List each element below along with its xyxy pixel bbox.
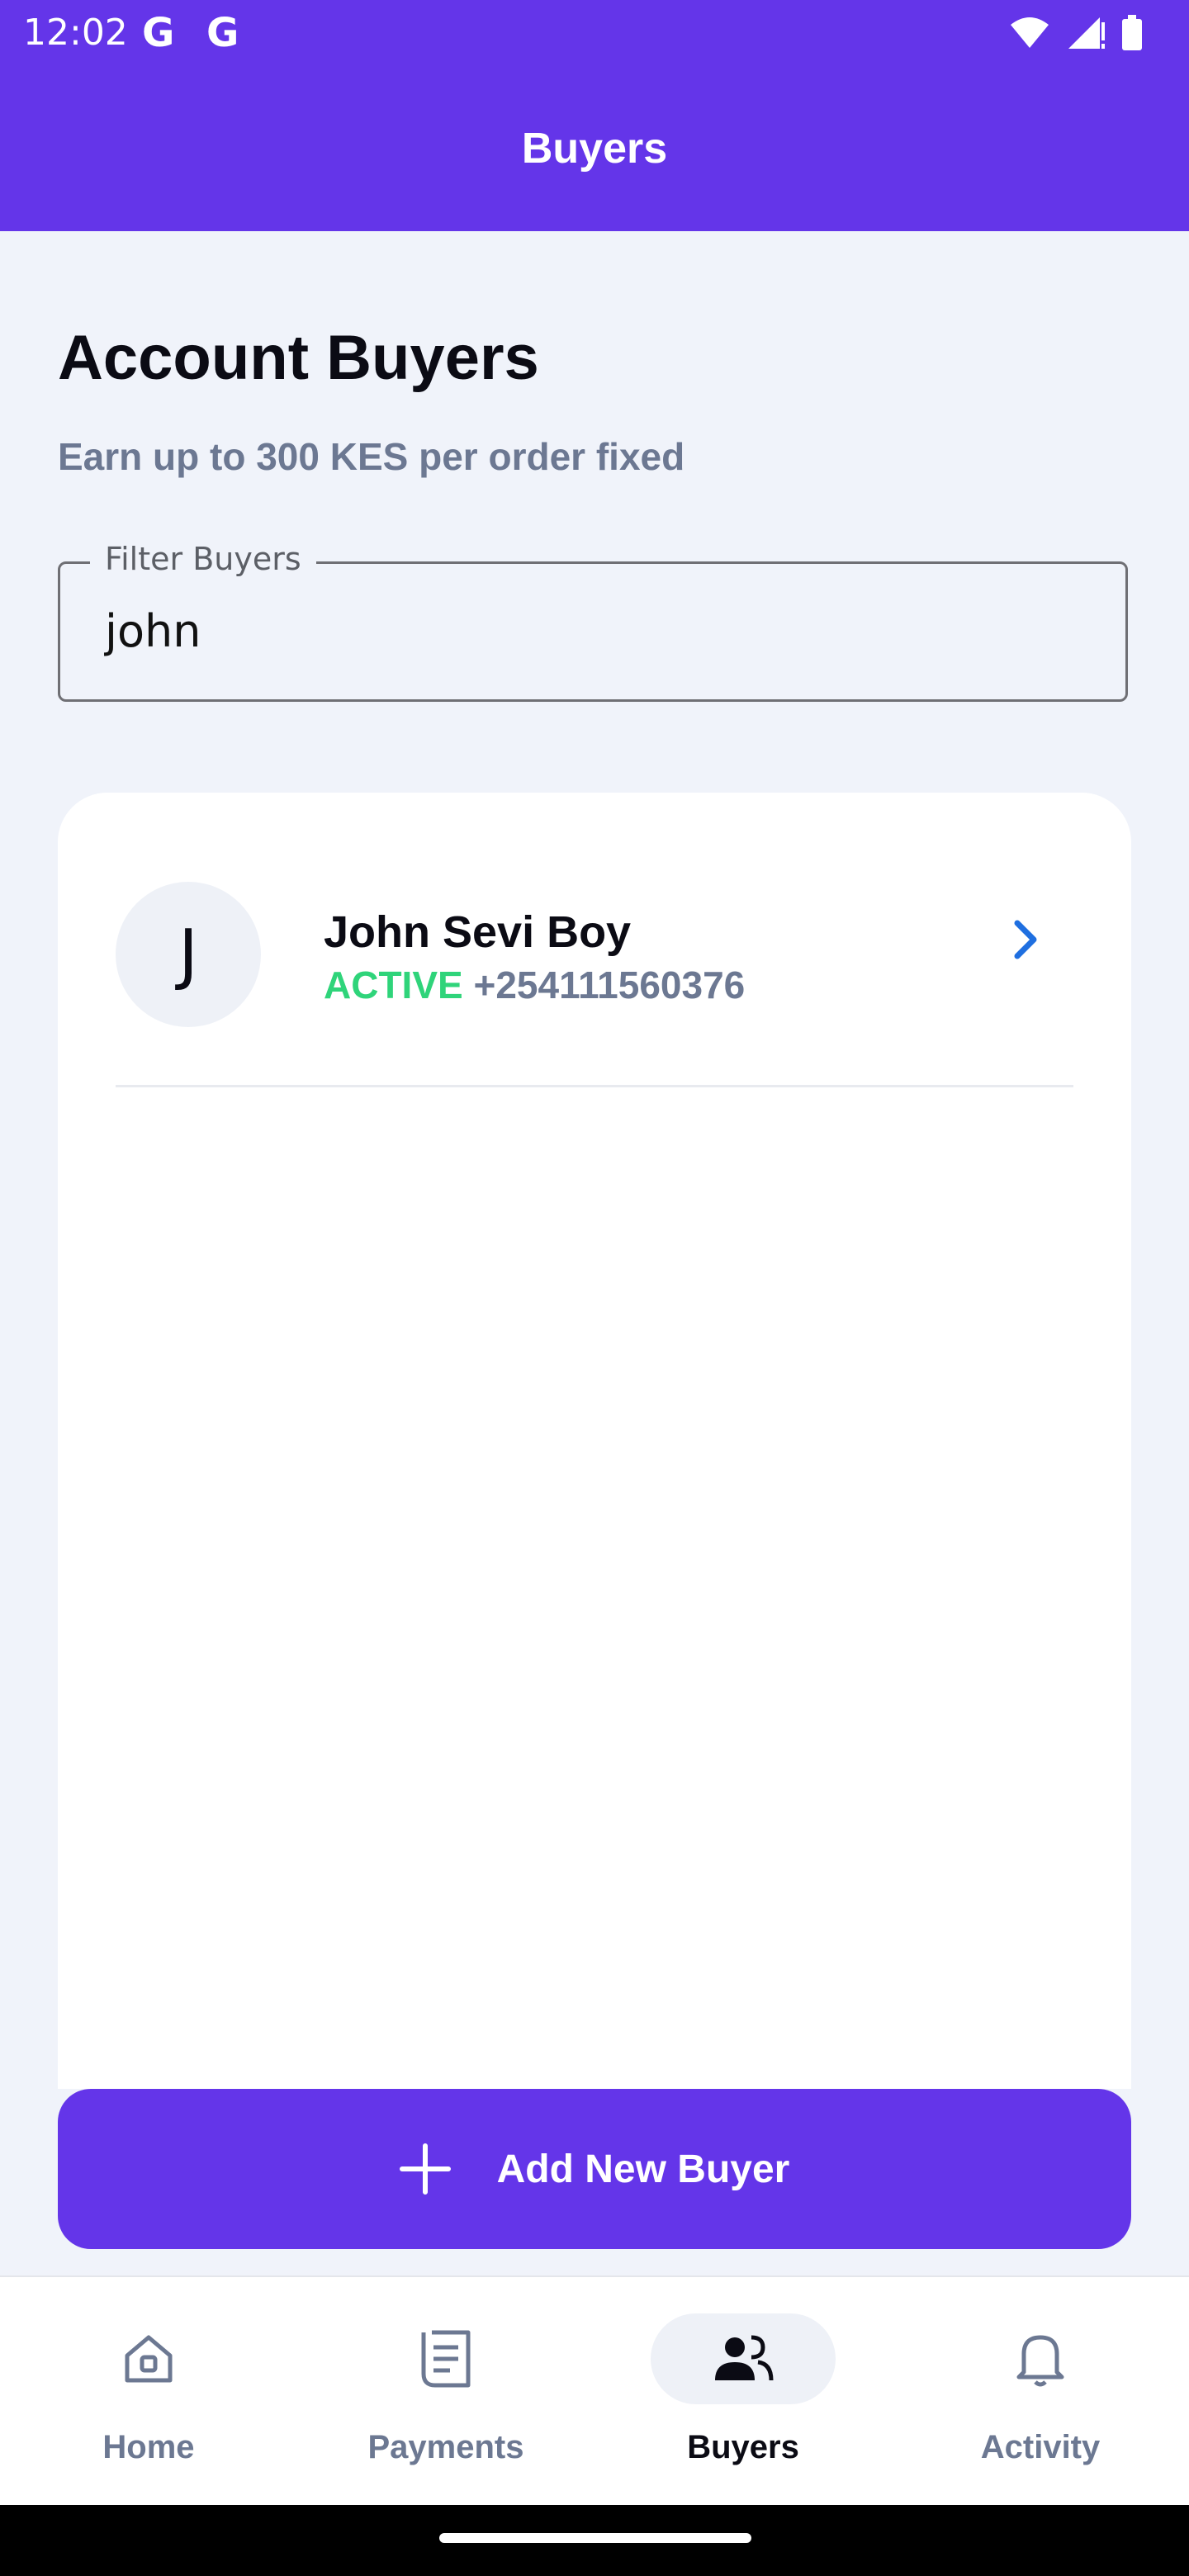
status-time: 12:02: [23, 12, 128, 54]
nav-label-buyers: Buyers: [687, 2429, 799, 2465]
app-bar-title: Buyers: [521, 125, 668, 173]
buyer-status-badge: ACTIVE: [324, 964, 463, 1006]
page-subtitle: Earn up to 300 KES per order fixed: [58, 435, 685, 478]
nav-pill: [353, 2313, 538, 2404]
home-icon: [125, 2335, 173, 2383]
nav-item-payments[interactable]: Payments: [330, 2313, 561, 2466]
plus-icon: [399, 2143, 451, 2195]
nav-pill: [948, 2313, 1133, 2404]
buyer-phone: +254111560376: [473, 964, 746, 1006]
bottom-navigation: Home Payments Buyers Activity: [0, 2275, 1189, 2507]
receipt-icon: [421, 2330, 471, 2388]
buyer-list-item[interactable]: J John Sevi Boy ACTIVE +254111560376: [116, 882, 1073, 1055]
nav-label-activity: Activity: [980, 2429, 1101, 2465]
nav-pill-active: [651, 2313, 836, 2404]
nav-item-home[interactable]: Home: [33, 2313, 264, 2466]
buyer-name: John Sevi Boy: [324, 907, 632, 957]
google-notification-icon: G: [206, 10, 239, 56]
add-new-buyer-button[interactable]: Add New Buyer: [58, 2089, 1131, 2249]
status-bar: 12:02 G G: [0, 0, 1189, 71]
gesture-handle[interactable]: [439, 2533, 751, 2543]
nav-pill: [56, 2313, 241, 2404]
bell-icon: [1016, 2335, 1064, 2387]
wifi-icon: [1011, 17, 1049, 48]
filter-buyers-field[interactable]: Filter Buyers john: [58, 541, 1128, 702]
buyers-list-card: J John Sevi Boy ACTIVE +254111560376: [58, 793, 1131, 2089]
system-gesture-bar: [0, 2505, 1189, 2576]
app-bar: Buyers: [0, 71, 1189, 231]
google-notification-icon: G: [142, 10, 175, 56]
buyer-meta: ACTIVE +254111560376: [324, 963, 745, 1007]
battery-icon: [1122, 15, 1142, 50]
signal-icon: [1068, 17, 1105, 49]
nav-label-home: Home: [102, 2429, 195, 2465]
people-icon: [715, 2335, 774, 2381]
filter-buyers-label: Filter Buyers: [90, 541, 316, 577]
page-title: Account Buyers: [58, 323, 539, 393]
filter-buyers-input[interactable]: john: [105, 605, 201, 657]
buyer-avatar: J: [116, 882, 261, 1027]
nav-item-activity[interactable]: Activity: [925, 2313, 1156, 2466]
list-divider: [116, 1085, 1073, 1087]
add-new-buyer-label: Add New Buyer: [496, 2147, 790, 2191]
nav-item-buyers[interactable]: Buyers: [628, 2313, 859, 2466]
nav-label-payments: Payments: [367, 2429, 524, 2465]
chevron-right-icon[interactable]: [1012, 918, 1040, 961]
